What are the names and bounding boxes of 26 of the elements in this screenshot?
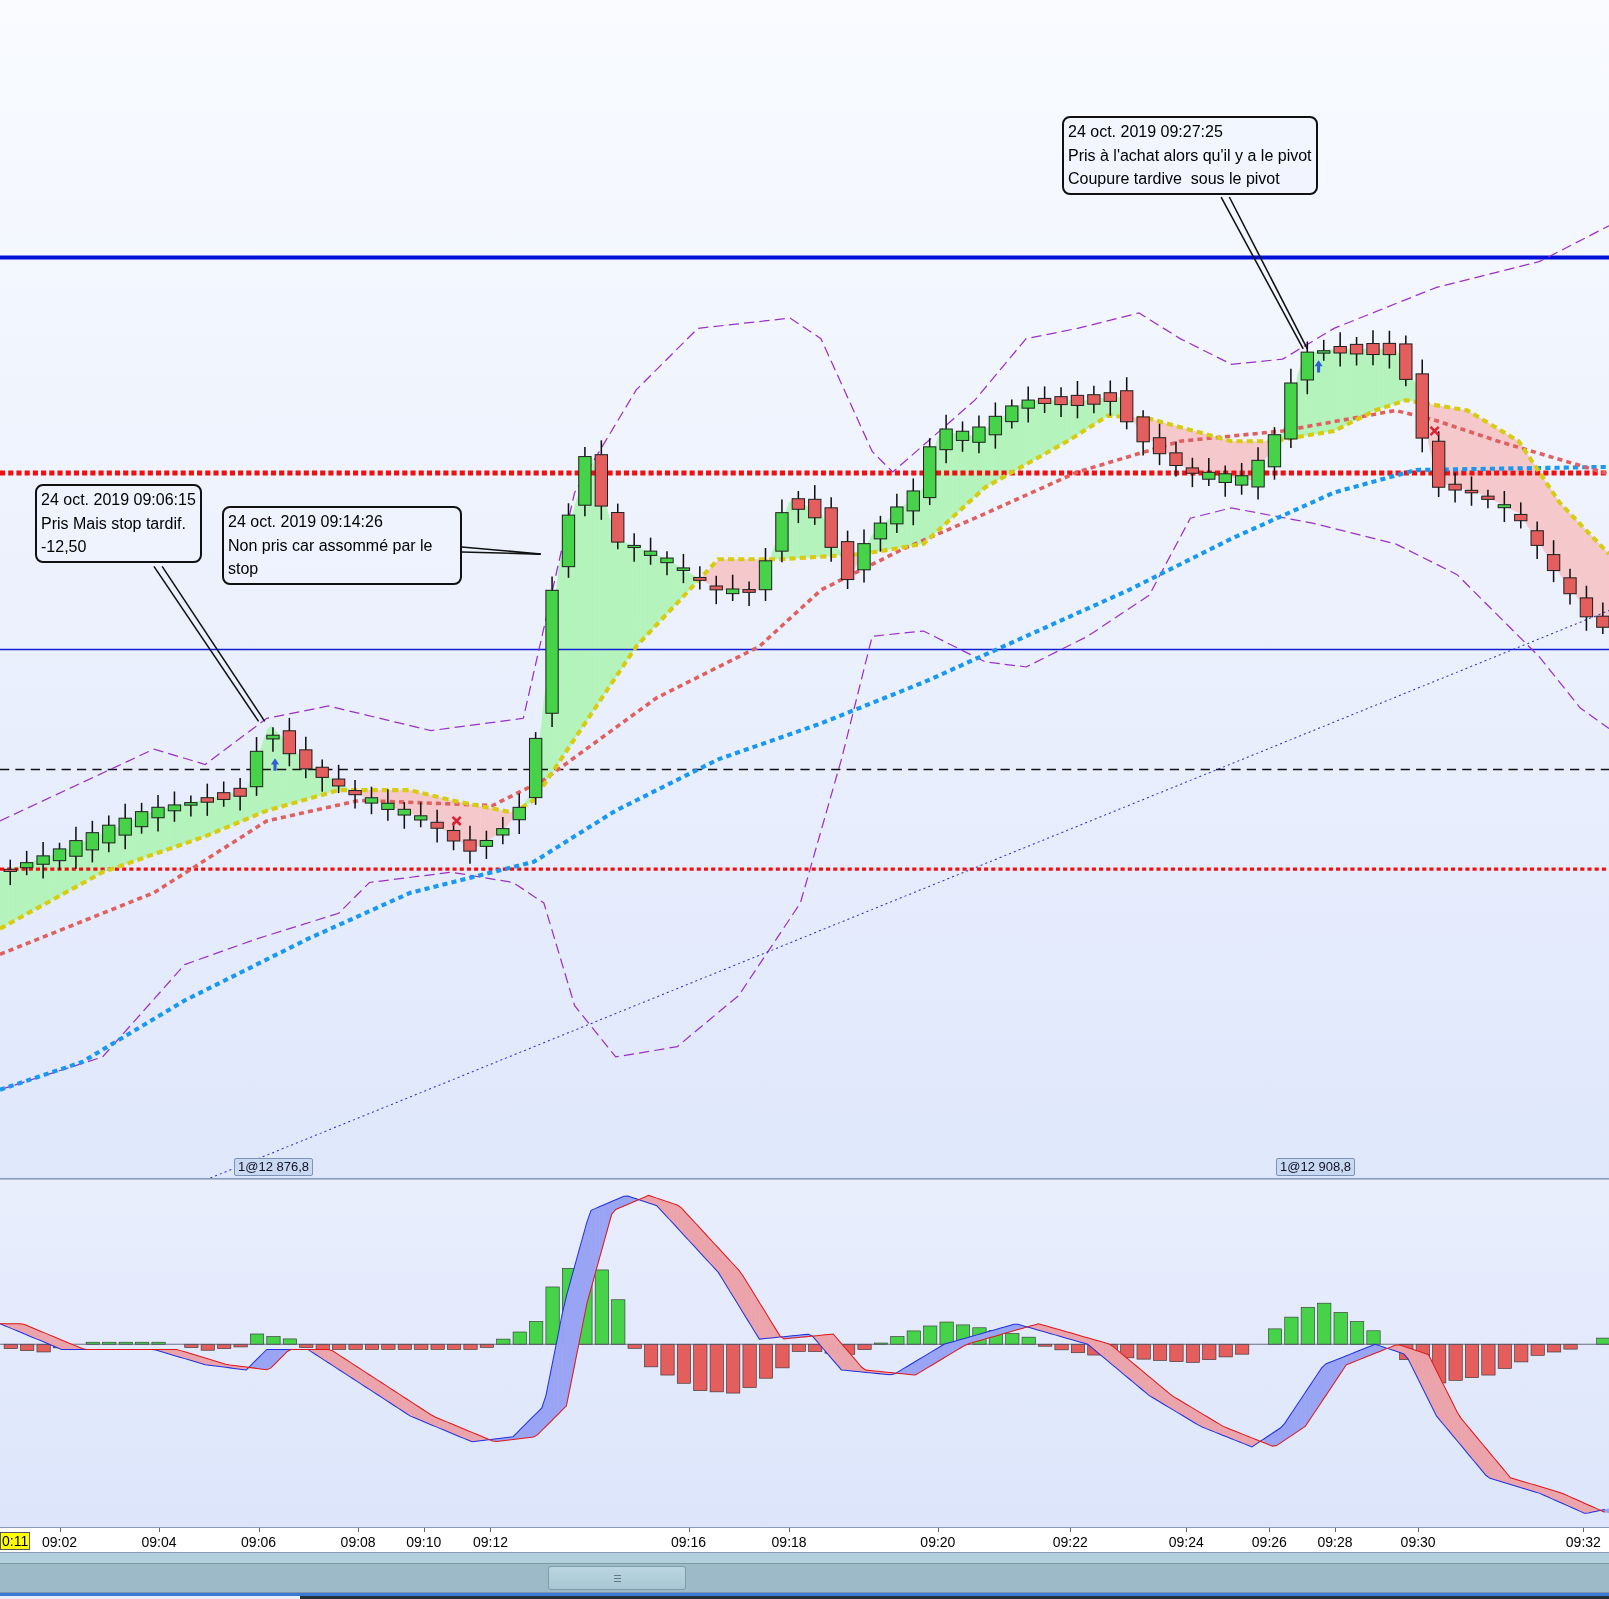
callout-date: 24 oct. 2019 09:27:25	[1068, 122, 1224, 142]
order-label: 1@12 908,8	[1276, 1158, 1356, 1176]
time-label: 09:10	[406, 1534, 442, 1550]
order-label: 1@12 876,8	[234, 1158, 314, 1176]
time-label: 09:12	[472, 1534, 508, 1550]
callout-note: Coupure tardive sous le pivot	[1068, 169, 1281, 189]
time-label: 09:22	[1052, 1534, 1088, 1550]
callout-date: 24 oct. 2019 09:14:26	[228, 512, 384, 532]
time-label: 09:18	[771, 1534, 807, 1550]
callout-note: Non pris car assommé par le stop	[228, 535, 434, 579]
time-label: 09:08	[340, 1534, 376, 1550]
time-label: 09:28	[1317, 1534, 1353, 1550]
time-label: 09:20	[920, 1534, 956, 1550]
time-label: 09:32	[1565, 1534, 1601, 1550]
time-label: 09:16	[671, 1534, 707, 1550]
callout-note: Pris Mais stop tardif.	[41, 513, 187, 534]
time-label: 09:30	[1400, 1534, 1436, 1550]
time-label: 09:06	[241, 1534, 277, 1550]
time-label: 09:24	[1168, 1534, 1204, 1550]
time-label: 09:04	[141, 1534, 177, 1550]
time-label: 09:26	[1251, 1534, 1287, 1550]
callout-note: Pris à l'achat alors qu'il y a le pivot	[1068, 145, 1312, 166]
current-time-label: 0:11	[0, 1532, 31, 1550]
callout-note: -12,50	[41, 537, 88, 557]
callout-date: 24 oct. 2019 09:06:15	[41, 490, 196, 510]
time-label: 09:02	[42, 1534, 78, 1550]
